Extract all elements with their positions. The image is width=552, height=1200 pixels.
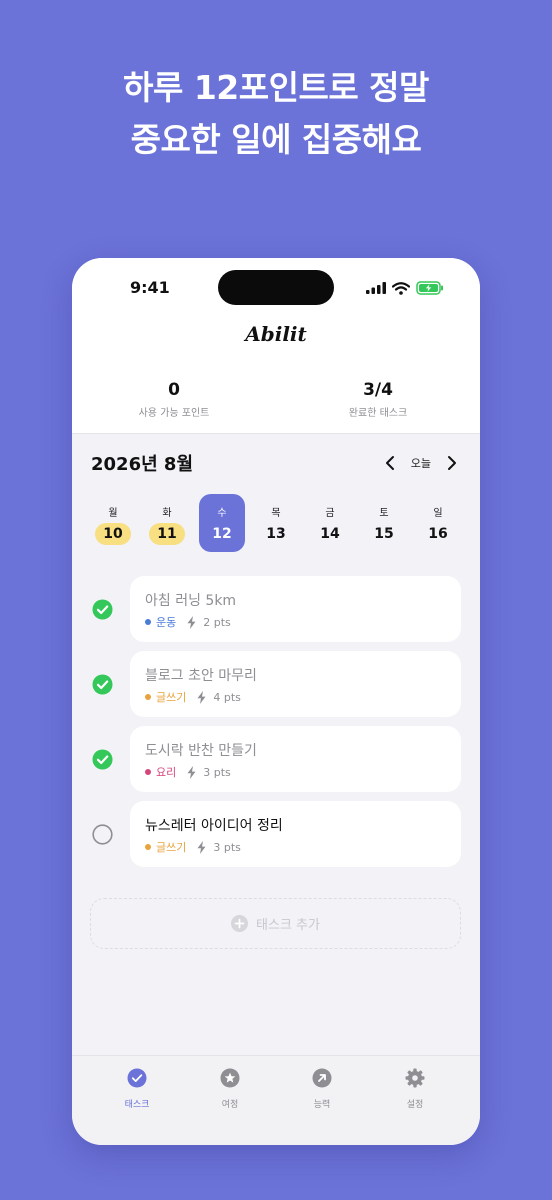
wifi-icon	[392, 281, 410, 295]
bolt-icon	[187, 765, 196, 779]
task-points: 4 pts	[213, 690, 241, 704]
tab-settings[interactable]: 설정	[380, 1068, 450, 1110]
tab-label: 여정	[221, 1100, 239, 1110]
prev-week-button[interactable]	[379, 452, 401, 474]
day-name: 월	[108, 508, 118, 519]
task-meta: 운동 2 pts	[145, 614, 231, 630]
day-name: 목	[271, 508, 281, 519]
promo-headline-line2: 중요한 일에 집중해요	[130, 120, 422, 159]
task-card[interactable]: 아침 러닝 5km 운동 2 pts	[130, 576, 461, 642]
star-icon	[220, 1068, 240, 1088]
day-name: 수	[217, 508, 227, 519]
day-number: 16	[428, 526, 448, 542]
tab-label: 태스크	[124, 1100, 150, 1110]
header-area: 9:41 Abilit 0 사용 가능 포인트 3/4 완료한 태스크	[72, 258, 480, 434]
available-points-label: 사용 가능 포인트	[138, 408, 210, 419]
day-number: 12	[212, 526, 232, 542]
day-sat[interactable]: 토 15	[361, 494, 407, 552]
task-points: 2 pts	[203, 615, 231, 629]
status-time: 9:41	[130, 278, 170, 297]
completed-tasks-value: 3/4	[363, 380, 393, 400]
bolt-icon	[187, 615, 196, 629]
task-category: 운동	[156, 616, 177, 629]
task-card[interactable]: 블로그 초안 마무리 글쓰기 4 pts	[130, 651, 461, 717]
arrow-up-right-icon	[312, 1068, 332, 1088]
phone-screen: 9:41 Abilit 0 사용 가능 포인트 3/4 완료한 태스크 2026…	[72, 258, 480, 1145]
completed-tasks-label: 완료한 태스크	[348, 408, 408, 419]
promo-headline-line1: 하루 12포인트로 정말	[123, 68, 429, 107]
category-dot	[145, 844, 151, 850]
day-name: 토	[379, 508, 389, 519]
add-task-label: 태스크 추가	[256, 918, 320, 933]
day-tue[interactable]: 화 11	[144, 494, 190, 552]
battery-charging-icon	[416, 281, 443, 295]
task-category: 요리	[156, 766, 177, 779]
task-points: 3 pts	[213, 840, 241, 854]
task-meta: 글쓰기 4 pts	[145, 689, 241, 705]
task-title: 뉴스레터 아이디어 정리	[145, 818, 283, 834]
task-title: 아침 러닝 5km	[145, 593, 237, 609]
day-mon[interactable]: 월 10	[90, 494, 136, 552]
available-points-stat: 0 사용 가능 포인트	[72, 380, 276, 419]
day-thu[interactable]: 목 13	[253, 494, 299, 552]
task-card[interactable]: 도시락 반찬 만들기 요리 3 pts	[130, 726, 461, 792]
category-dot	[145, 619, 151, 625]
chevron-left-icon	[385, 456, 394, 470]
task-title: 블로그 초안 마무리	[145, 668, 257, 684]
task-card[interactable]: 뉴스레터 아이디어 정리 글쓰기 3 pts	[130, 801, 461, 867]
task-title: 도시락 반찬 만들기	[145, 743, 257, 759]
task-open-checkbox[interactable]	[92, 824, 113, 845]
plus-circle-icon	[231, 915, 249, 932]
day-number: 14	[320, 526, 340, 542]
month-title: 2026년 8월	[91, 454, 194, 475]
day-number: 13	[266, 526, 286, 542]
category-dot	[145, 769, 151, 775]
task-done-checkbox[interactable]	[92, 674, 113, 695]
task-done-checkbox[interactable]	[92, 599, 113, 620]
dynamic-island	[218, 270, 334, 305]
available-points-value: 0	[168, 380, 180, 400]
gear-icon	[405, 1068, 425, 1088]
week-strip: 월 10 화 11 수 12 목 13 금 14 토 15 일 16	[86, 494, 466, 554]
tab-abilities[interactable]: 능력	[287, 1068, 357, 1110]
tab-tasks[interactable]: 태스크	[102, 1068, 172, 1110]
day-fri[interactable]: 금 14	[307, 494, 353, 552]
tab-label: 설정	[406, 1100, 424, 1110]
tab-bar: 태스크 여정 능력 설정	[72, 1055, 480, 1145]
today-button[interactable]: 오늘	[411, 455, 431, 471]
promo-headline: 하루 12포인트로 정말 중요한 일에 집중해요	[0, 62, 552, 166]
task-meta: 글쓰기 3 pts	[145, 839, 241, 855]
cellular-signal-icon	[366, 282, 386, 294]
day-number: 11	[149, 523, 185, 545]
task-meta: 요리 3 pts	[145, 764, 231, 780]
day-sun[interactable]: 일 16	[415, 494, 461, 552]
day-number: 10	[95, 523, 131, 545]
completed-tasks-stat: 3/4 완료한 태스크	[276, 380, 480, 419]
status-icons	[366, 278, 444, 298]
task-category: 글쓰기	[156, 841, 187, 854]
task-done-checkbox[interactable]	[92, 749, 113, 770]
day-wed-selected[interactable]: 수 12	[199, 494, 245, 552]
tab-journey[interactable]: 여정	[195, 1068, 265, 1110]
chevron-right-icon	[448, 456, 456, 470]
day-number: 15	[374, 526, 394, 542]
bolt-icon	[197, 690, 206, 704]
month-header: 2026년 8월 오늘	[91, 450, 463, 476]
day-name: 일	[433, 508, 443, 519]
task-category: 글쓰기	[156, 691, 187, 704]
next-week-button[interactable]	[441, 452, 463, 474]
app-title: Abilit	[245, 322, 307, 346]
check-circle-icon	[127, 1068, 147, 1088]
task-points: 3 pts	[203, 765, 231, 779]
day-name: 금	[325, 508, 335, 519]
bolt-icon	[197, 840, 206, 854]
tab-label: 능력	[313, 1100, 331, 1110]
category-dot	[145, 694, 151, 700]
add-task-button[interactable]: 태스크 추가	[90, 898, 461, 949]
day-name: 화	[162, 508, 172, 519]
